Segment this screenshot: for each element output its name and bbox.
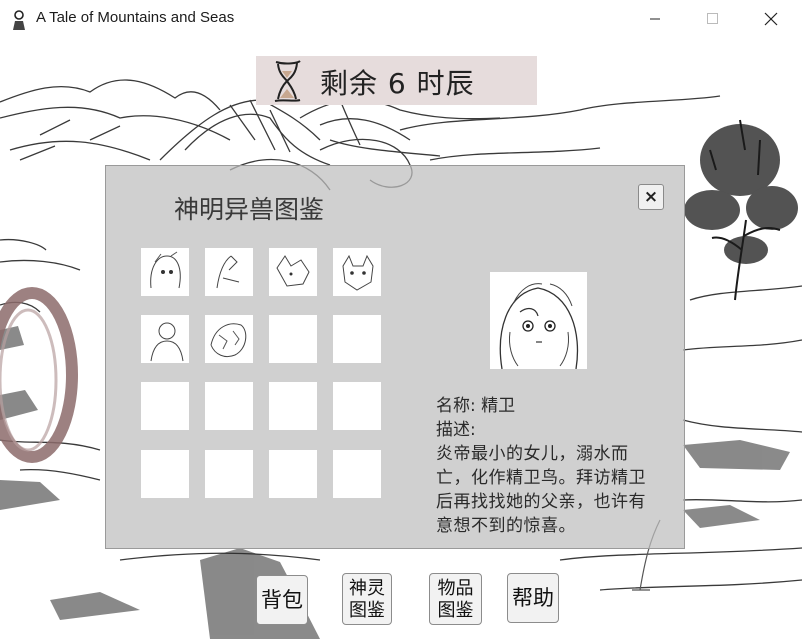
- creature-slot-empty[interactable]: [269, 450, 317, 498]
- gods-bestiary-button[interactable]: 神灵 图鉴: [342, 573, 392, 625]
- creature-slot-empty[interactable]: [269, 382, 317, 430]
- close-icon[interactable]: [748, 0, 794, 38]
- panel-close-button[interactable]: ×: [638, 184, 664, 210]
- creature-portrait-icon: [210, 323, 247, 358]
- creature-description: 炎帝最小的女儿，溺水而亡，化作精卫鸟。拜访精卫后再找找她的父亲，也许有意想不到的…: [436, 444, 646, 536]
- creature-slot[interactable]: [205, 315, 253, 363]
- bird-portrait-icon: [216, 255, 240, 289]
- selected-creature-portrait: [490, 272, 587, 369]
- creature-slot-empty[interactable]: [333, 382, 381, 430]
- fox-portrait-icon: [276, 255, 310, 287]
- bestiary-panel: 神明异兽图鉴 × 名称: 精卫 描述: 炎帝最小的女儿，溺水而亡，化作精卫鸟。拜…: [105, 165, 685, 549]
- window-title: A Tale of Mountains and Seas: [36, 9, 235, 26]
- creature-slot[interactable]: [141, 248, 189, 296]
- creature-slot[interactable]: [269, 248, 317, 296]
- creature-info: 名称: 精卫 描述: 炎帝最小的女儿，溺水而亡，化作精卫鸟。拜访精卫后再找找她的…: [436, 394, 658, 538]
- creature-slot[interactable]: [141, 315, 189, 363]
- creature-desc-label: 描述:: [436, 420, 476, 440]
- items-button-line2: 图鉴: [437, 600, 474, 621]
- gods-button-line1: 神灵: [349, 578, 385, 599]
- wolf-portrait-icon: [342, 254, 374, 291]
- creature-slot-empty[interactable]: [333, 315, 381, 363]
- creature-slot-empty[interactable]: [141, 450, 189, 498]
- items-catalog-button[interactable]: 物品 图鉴: [429, 573, 482, 625]
- robed-figure-portrait-icon: [150, 322, 184, 362]
- creature-slot[interactable]: [333, 248, 381, 296]
- creature-slot-empty[interactable]: [205, 450, 253, 498]
- fairy-portrait-icon: [150, 251, 181, 289]
- minimize-icon[interactable]: [632, 0, 678, 38]
- creature-slot[interactable]: [205, 248, 253, 296]
- creature-slot-empty[interactable]: [333, 450, 381, 498]
- hourglass-icon: [274, 60, 301, 102]
- creature-slot-empty[interactable]: [141, 382, 189, 430]
- bag-button[interactable]: 背包: [256, 575, 308, 625]
- time-remaining-text: 剩余 6 时辰: [320, 67, 475, 100]
- time-remaining-banner: 剩余 6 时辰: [256, 56, 537, 105]
- help-button[interactable]: 帮助: [507, 573, 559, 623]
- gods-button-line2: 图鉴: [349, 600, 385, 621]
- creature-slot-empty[interactable]: [205, 382, 253, 430]
- jingwei-portrait-icon: [499, 283, 579, 369]
- figure-icon: [13, 10, 25, 30]
- maximize-icon[interactable]: [689, 0, 735, 38]
- panel-title: 神明异兽图鉴: [174, 195, 325, 224]
- window-titlebar: A Tale of Mountains and Seas: [0, 0, 802, 38]
- creature-name: 名称: 精卫: [436, 396, 516, 416]
- items-button-line1: 物品: [437, 578, 474, 599]
- creature-slot-empty[interactable]: [269, 315, 317, 363]
